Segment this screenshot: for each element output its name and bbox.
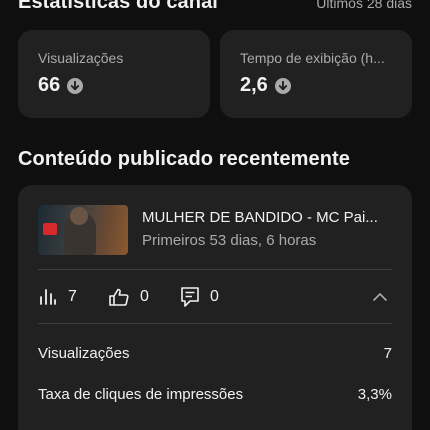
ctr-row-label: Taxa de cliques de impressões [38,386,244,403]
watch-time-stat-card[interactable]: Tempo de exibição (h... 2,6 [220,30,412,118]
recent-content-title: Conteúdo publicado recentemente [18,148,351,170]
chevron-up-icon[interactable] [372,289,388,305]
views-stat-card[interactable]: Visualizações 66 [18,30,210,118]
watch-time-stat-value: 2,6 [240,74,268,96]
video-title: MULHER DE BANDIDO - MC Pai... [142,209,378,226]
views-row-value: 7 [383,345,392,362]
views-metric-value: 7 [68,288,77,305]
views-metric: 7 [38,283,77,311]
views-row-label: Visualizações [38,345,130,362]
video-thumbnail[interactable] [38,205,128,255]
thumbs-up-icon [109,288,129,306]
watch-time-stat-value-row: 2,6 [240,74,291,97]
arrow-down-circle-icon [67,77,84,94]
period-label: Últimos 28 dias [316,0,412,11]
views-stat-value-row: 66 [38,74,84,97]
video-subtitle: Primeiros 53 dias, 6 horas [142,232,317,249]
thumbnail-badge [43,223,57,235]
ctr-data-row: Taxa de cliques de impressões 3,3% [38,386,392,408]
comments-metric-value: 0 [210,288,219,305]
channel-stats-title: Estatísticas do canal [18,0,218,13]
arrow-down-circle-icon [274,77,291,94]
views-data-row: Visualizações 7 [38,345,392,367]
watch-time-stat-label: Tempo de exibição (h... [240,50,385,66]
channel-stats-header: Estatísticas do canal Últimos 28 dias [18,0,412,17]
likes-metric: 0 [108,283,149,311]
ctr-row-value: 3,3% [357,386,392,403]
views-stat-label: Visualizações [38,50,124,66]
bar-chart-icon [40,289,56,305]
likes-metric-value: 0 [140,288,149,305]
views-stat-value: 66 [38,74,61,96]
divider [38,323,392,324]
analytics-screen: Estatísticas do canal Últimos 28 dias Vi… [0,0,430,430]
divider [38,269,392,270]
thumbnail-head [70,207,88,225]
video-row[interactable]: MULHER DE BANDIDO - MC Pai... Primeiros … [38,205,392,255]
recent-video-card: MULHER DE BANDIDO - MC Pai... Primeiros … [18,185,412,430]
comment-icon [181,287,199,307]
comments-metric: 0 [180,283,219,311]
video-metrics-row: 7 0 0 [38,283,392,311]
